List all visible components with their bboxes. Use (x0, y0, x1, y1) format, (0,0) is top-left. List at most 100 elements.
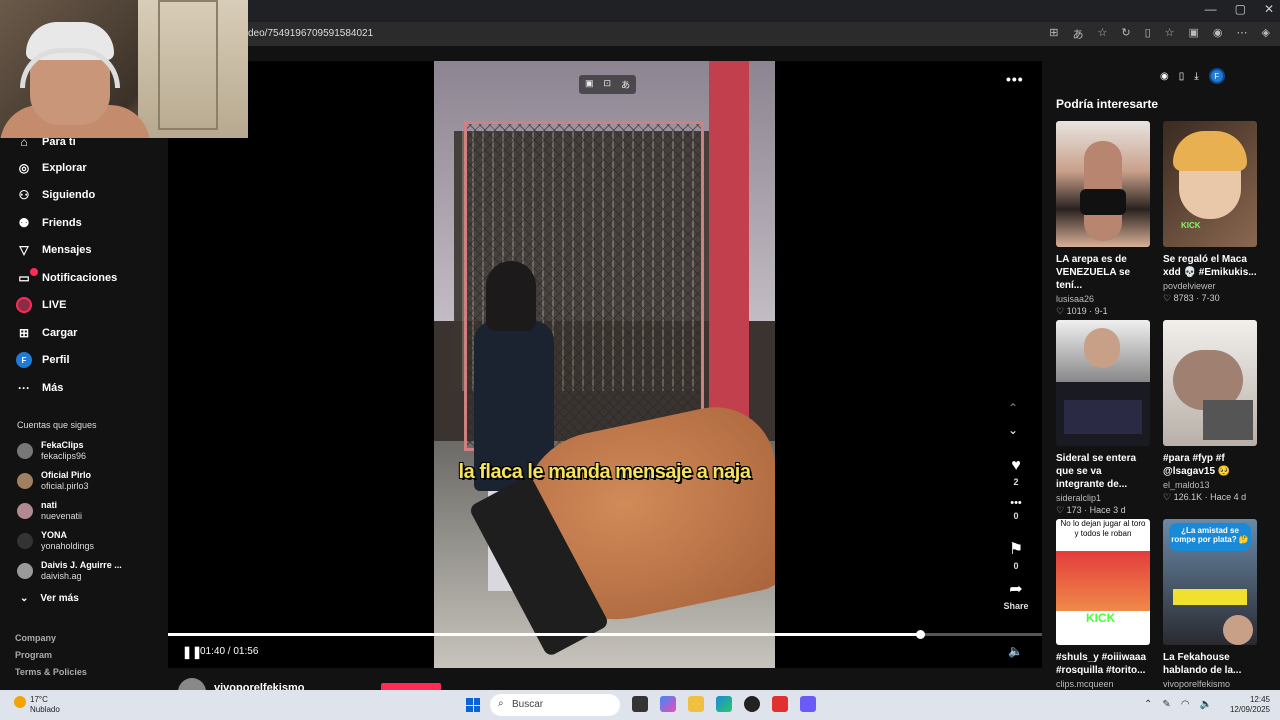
user-follow-icon: ⚇ (18, 188, 30, 202)
coins-icon[interactable]: ◉ (1160, 71, 1169, 82)
friends-icon: ⚉ (18, 216, 30, 230)
window-controls: — ▢ ✕ (1205, 2, 1274, 16)
sidebar-item-siguiendo[interactable]: ⚇ Siguiendo (16, 185, 96, 205)
footer-program[interactable]: Program (15, 650, 52, 660)
taskbar-search[interactable]: ⌕ Buscar (490, 694, 620, 716)
apps-icon[interactable]: ⊞ (1049, 26, 1058, 42)
screenshot-icon[interactable]: ⊡ (604, 78, 612, 91)
like-button[interactable]: ♥ 2 (998, 457, 1034, 487)
copilot-icon[interactable] (660, 696, 676, 712)
following-item[interactable]: Daivis J. Aguirre ... daivish.ag (17, 560, 122, 582)
duration: 01:56 (233, 646, 259, 657)
discord-icon[interactable] (800, 696, 816, 712)
screen: — ▢ ✕ deo/7549196709591584021 ⊞ あ ☆ ↻ ▯ … (0, 0, 1280, 720)
collections-icon[interactable]: ▣ (1189, 26, 1199, 42)
sidebar-item-mas[interactable]: ··· Más (16, 378, 63, 398)
like-count: 2 (1013, 477, 1019, 487)
video-card[interactable]: #para #fyp #f @lsagav15 🥺 el_maldo13 ♡ 1… (1163, 320, 1263, 503)
chevron-down-icon: ⌄ (20, 593, 29, 604)
video-thumbnail[interactable]: KICK (1163, 121, 1257, 247)
share-icon: ➦ (1009, 581, 1023, 598)
weather-widget[interactable]: 17°C Nublado (30, 695, 60, 715)
following-item[interactable]: FekaClips fekaclips96 (17, 440, 86, 462)
chevron-up-icon[interactable]: ⌃ (1008, 401, 1018, 415)
sidebar-item-friends[interactable]: ⚉ Friends (16, 213, 82, 233)
sidebar-item-perfil[interactable]: F Perfil (16, 350, 70, 370)
edge-icon[interactable] (716, 696, 732, 712)
video-frame[interactable]: la flaca le manda mensaje a naja ▣ ⊡ あ (434, 61, 775, 668)
chevron-up-icon[interactable]: ⌃ (1144, 699, 1152, 710)
see-more-button[interactable]: ⌄ Ver más (20, 593, 79, 604)
video-thumbnail[interactable]: No lo dejan jugar al toro y todos le rob… (1056, 519, 1150, 645)
video-card[interactable]: ¿La amistad se rompe por plata? 🤔 La Fek… (1163, 519, 1263, 689)
profile-avatar[interactable]: F (1208, 68, 1225, 84)
close-button[interactable]: ✕ (1264, 2, 1274, 16)
account-icon[interactable]: ◉ (1213, 26, 1223, 42)
save-button[interactable]: ⚑ 0 (998, 539, 1034, 571)
share-button[interactable]: ➦ Share (998, 579, 1034, 611)
heart-icon: ♥ (1011, 457, 1021, 474)
video-card[interactable]: KICK Se regaló el Maca xdd 💀 #Emikukis..… (1163, 121, 1263, 304)
clock[interactable]: 12:45 12/09/2025 (1230, 695, 1270, 715)
avatar (17, 563, 33, 579)
progress-handle[interactable] (915, 630, 925, 639)
sidebar-item-explorar[interactable]: ◎ Explorar (16, 158, 87, 178)
copilot-icon[interactable]: ◈ (1262, 26, 1270, 42)
url-text[interactable]: deo/7549196709591584021 (248, 28, 373, 39)
pen-icon[interactable]: ✎ (1162, 699, 1170, 710)
video-thumbnail[interactable] (1056, 320, 1150, 446)
more-options-button[interactable]: ••• (1006, 71, 1024, 87)
video-thumbnail[interactable] (1163, 320, 1257, 446)
translate-icon[interactable]: あ (1072, 26, 1083, 42)
split-icon[interactable]: ▯ (1145, 26, 1151, 42)
volume-icon[interactable]: 🔈 (1008, 644, 1023, 658)
following-item[interactable]: nati nuevenatii (17, 500, 82, 522)
obs-icon[interactable] (744, 696, 760, 712)
pip-icon[interactable]: ▣ (585, 78, 594, 91)
comment-button[interactable]: ••• 0 (998, 497, 1034, 521)
following-item[interactable]: Oficial Pirlo oficial.pirlo3 (17, 470, 91, 492)
send-icon: ▽ (19, 243, 29, 257)
download-icon[interactable]: ⤓ (1194, 71, 1198, 82)
video-card[interactable]: No lo dejan jugar al toro y todos le rob… (1056, 519, 1156, 689)
task-view-icon[interactable] (632, 696, 648, 712)
app-icon[interactable] (772, 696, 788, 712)
refresh-icon[interactable]: ↻ (1121, 26, 1130, 42)
header-icons: ◉ ▯ ⤓ F (1160, 68, 1225, 84)
profile-icon: F (16, 352, 32, 368)
search-icon: ⌕ (498, 698, 504, 709)
progress-bar[interactable] (168, 630, 1042, 639)
footer-company[interactable]: Company (15, 633, 56, 643)
video-card[interactable]: Sideral se entera que se va integrante d… (1056, 320, 1156, 516)
video-thumbnail[interactable]: ¿La amistad se rompe por plata? 🤔 (1163, 519, 1257, 645)
sidebar-item-live[interactable]: LIVE (16, 295, 66, 315)
menu-icon[interactable]: ⋯ (1237, 26, 1248, 42)
weather-icon[interactable] (14, 696, 26, 708)
share-label: Share (1003, 601, 1029, 611)
recommendations-title: Podría interesarte (1056, 97, 1159, 111)
minimize-button[interactable]: — (1205, 2, 1217, 16)
sidebar-item-mensajes[interactable]: ▽ Mensajes (16, 240, 91, 260)
start-button[interactable] (466, 698, 480, 712)
footer-terms[interactable]: Terms & Policies (15, 667, 87, 677)
star-icon[interactable]: ☆ (1097, 26, 1107, 42)
avatar (17, 503, 33, 519)
chevron-down-icon[interactable]: ⌄ (1008, 423, 1018, 437)
avatar (17, 533, 33, 549)
file-explorer-icon[interactable] (688, 696, 704, 712)
upload-icon: ⊞ (18, 326, 30, 340)
sidebar-item-cargar[interactable]: ⊞ Cargar (16, 323, 78, 343)
following-item[interactable]: YONA yonaholdings (17, 530, 94, 552)
video-thumbnail[interactable] (1056, 121, 1150, 247)
sidebar-item-notificaciones[interactable]: ▭ Notificaciones (16, 268, 117, 288)
wifi-icon[interactable]: ◠ (1181, 699, 1190, 710)
translate-icon[interactable]: あ (621, 78, 630, 91)
favorites-icon[interactable]: ☆ (1165, 26, 1175, 42)
inbox-icon: ▭ (16, 268, 38, 286)
video-player[interactable]: la flaca le manda mensaje a naja ▣ ⊡ あ •… (168, 61, 1042, 668)
taskbar-apps (632, 696, 816, 712)
video-card[interactable]: LA arepa es de VENEZUELA se tení... lusi… (1056, 121, 1156, 317)
volume-icon[interactable]: 🔈 (1200, 699, 1212, 710)
maximize-button[interactable]: ▢ (1235, 2, 1246, 16)
phone-icon[interactable]: ▯ (1179, 71, 1185, 82)
